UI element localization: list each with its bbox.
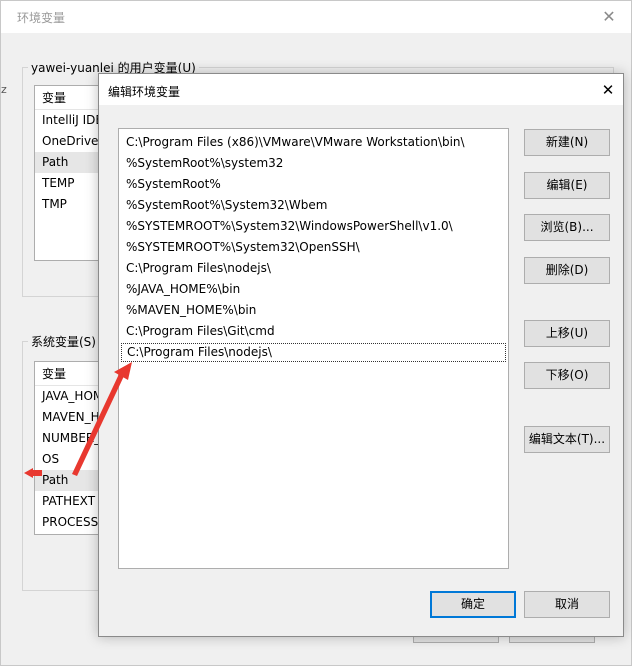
window-title: 环境变量 — [17, 11, 66, 25]
list-item[interactable]: %SYSTEMROOT%\System32\OpenSSH\ — [119, 237, 508, 258]
new-button[interactable]: 新建(N) — [524, 129, 610, 156]
list-item[interactable]: %JAVA_HOME%\bin — [119, 279, 508, 300]
list-item[interactable]: %SystemRoot%\System32\Wbem — [119, 195, 508, 216]
list-item[interactable]: C:\Program Files\nodejs\ — [119, 258, 508, 279]
move-up-button[interactable]: 上移(U) — [524, 320, 610, 347]
edit-environment-variable-dialog: 编辑环境变量 ✕ C:\Program Files (x86)\VMware\V… — [98, 73, 624, 637]
close-icon[interactable]: ✕ — [599, 7, 619, 27]
clipped-text: z — [1, 83, 7, 96]
dialog-title: 编辑环境变量 — [108, 85, 181, 99]
path-entries-list[interactable]: C:\Program Files (x86)\VMware\VMware Wor… — [118, 128, 509, 569]
system-variables-label: 系统变量(S) — [28, 333, 99, 350]
dialog-title-bar: 编辑环境变量 ✕ — [99, 74, 623, 105]
move-down-button[interactable]: 下移(O) — [524, 362, 610, 389]
close-icon[interactable]: ✕ — [599, 81, 617, 99]
list-item[interactable]: %SYSTEMROOT%\System32\WindowsPowerShell\… — [119, 216, 508, 237]
title-bar: 环境变量 ✕ — [1, 1, 631, 33]
delete-button[interactable]: 删除(D) — [524, 257, 610, 284]
cancel-button[interactable]: 取消 — [524, 591, 610, 618]
list-item-editing[interactable]: C:\Program Files\nodejs\ — [120, 342, 507, 363]
list-item[interactable]: C:\Program Files\Git\cmd — [119, 321, 508, 342]
list-item[interactable]: %SystemRoot%\system32 — [119, 153, 508, 174]
list-item[interactable]: %MAVEN_HOME%\bin — [119, 300, 508, 321]
list-item[interactable]: C:\Program Files (x86)\VMware\VMware Wor… — [119, 132, 508, 153]
ok-button[interactable]: 确定 — [430, 591, 516, 618]
browse-button[interactable]: 浏览(B)... — [524, 214, 610, 241]
edit-text-button[interactable]: 编辑文本(T)... — [524, 426, 610, 453]
edit-button[interactable]: 编辑(E) — [524, 172, 610, 199]
list-item[interactable]: %SystemRoot% — [119, 174, 508, 195]
